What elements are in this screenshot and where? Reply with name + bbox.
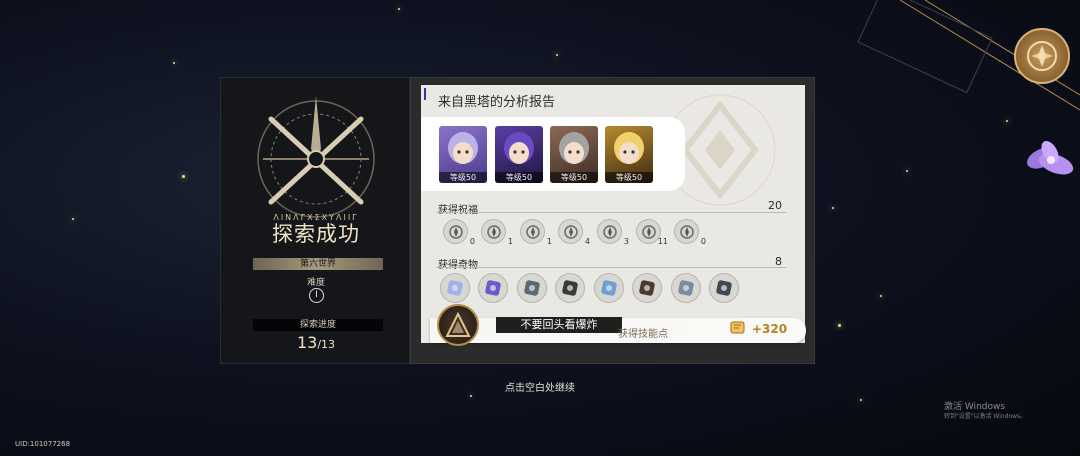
- ticket-icon: [730, 321, 745, 334]
- character-portrait[interactable]: 等级50: [605, 126, 653, 183]
- blessing-slot[interactable]: 4: [558, 219, 590, 246]
- fist-rune-icon: [486, 224, 501, 239]
- curios-label: 获得奇物: [438, 260, 478, 271]
- blessing-count: 0: [700, 237, 706, 246]
- blessing-slot[interactable]: 0: [443, 219, 475, 246]
- chain-rune-icon: [641, 224, 656, 239]
- curio-slot[interactable]: [709, 273, 739, 303]
- camera-curio-icon: [716, 280, 732, 296]
- shield-rune-icon: [448, 224, 463, 239]
- blessing-count: 4: [584, 237, 590, 246]
- achievement-medal-icon[interactable]: [1014, 28, 1070, 84]
- divider: [436, 212, 786, 213]
- card-curio-icon: [447, 280, 463, 296]
- wreath-rune-icon: [563, 224, 578, 239]
- blessing-slot[interactable]: 1: [520, 219, 552, 246]
- result-title: 探索成功: [272, 222, 360, 246]
- continue-hint[interactable]: 点击空白处继续: [0, 379, 1080, 394]
- progress-current: 13: [296, 333, 318, 352]
- trophy-rune-icon: [679, 224, 694, 239]
- swirl-rune-icon: [525, 224, 540, 239]
- character-level: 等级50: [439, 172, 487, 183]
- skill-points-value: +320: [752, 322, 788, 336]
- box-curio-icon: [639, 280, 655, 296]
- result-panel: ΛΙΝΛΓΧΣΧΥΛΙΙΓ 探索成功 第六世界 难度 I 探索进度 13/13: [220, 77, 410, 364]
- character-portrait[interactable]: 等级50: [439, 126, 487, 183]
- blessing-count: 0: [469, 237, 475, 246]
- tube-curio-icon: [601, 280, 617, 296]
- progress-value: 13/13: [221, 333, 411, 352]
- blessing-count: 1: [507, 237, 513, 246]
- curio-slot[interactable]: [517, 273, 547, 303]
- curio-slot[interactable]: [478, 273, 508, 303]
- blessing-count: 3: [623, 237, 629, 246]
- difficulty-label: 难度: [306, 278, 325, 288]
- windows-watermark-subtitle: 转到"设置"以激活 Windows。: [944, 413, 1027, 420]
- claw-rune-icon: [602, 224, 617, 239]
- character-level: 等级50: [495, 172, 543, 183]
- report-title: 来自黑塔的分析报告: [438, 95, 556, 110]
- character-portrait[interactable]: 等级50: [495, 126, 543, 183]
- world-name: 第六世界: [253, 258, 383, 270]
- character-portrait[interactable]: 等级50: [550, 126, 598, 183]
- blessing-slot[interactable]: 11: [636, 219, 668, 246]
- achievement-toast: 不要回头看爆炸: [496, 317, 622, 333]
- curio-slot[interactable]: [632, 273, 662, 303]
- blessings-total: 20: [768, 199, 782, 212]
- world-emblem-icon: [257, 96, 375, 218]
- paint-curio-icon: [678, 280, 694, 296]
- divider: [436, 267, 786, 268]
- curio-slot[interactable]: [594, 273, 624, 303]
- blessing-slot[interactable]: 3: [597, 219, 629, 246]
- character-level: 等级50: [550, 172, 598, 183]
- difficulty-badge: I: [309, 288, 324, 303]
- skill-points-label: 获得技能点: [618, 329, 668, 340]
- title-accent: [424, 88, 426, 100]
- blessing-count: 11: [657, 237, 668, 246]
- user-id: UID:101077268: [15, 440, 71, 448]
- curio-slot[interactable]: [555, 273, 585, 303]
- trash-curio-icon: [524, 280, 540, 296]
- blessing-count: 1: [546, 237, 552, 246]
- web-curio-icon: [485, 280, 501, 296]
- blessings-label: 获得祝福: [438, 205, 478, 216]
- path-emblem-icon[interactable]: [437, 304, 479, 346]
- curio-slot[interactable]: [440, 273, 470, 303]
- curio-slot[interactable]: [671, 273, 701, 303]
- billiard-curio-icon: [562, 280, 578, 296]
- character-level: 等级50: [605, 172, 653, 183]
- progress-label: 探索进度: [253, 319, 383, 331]
- blessing-slot[interactable]: 0: [674, 219, 706, 246]
- blessing-slot[interactable]: 1: [481, 219, 513, 246]
- progress-total: /13: [317, 338, 336, 351]
- flower-decoration-icon: [1027, 141, 1074, 175]
